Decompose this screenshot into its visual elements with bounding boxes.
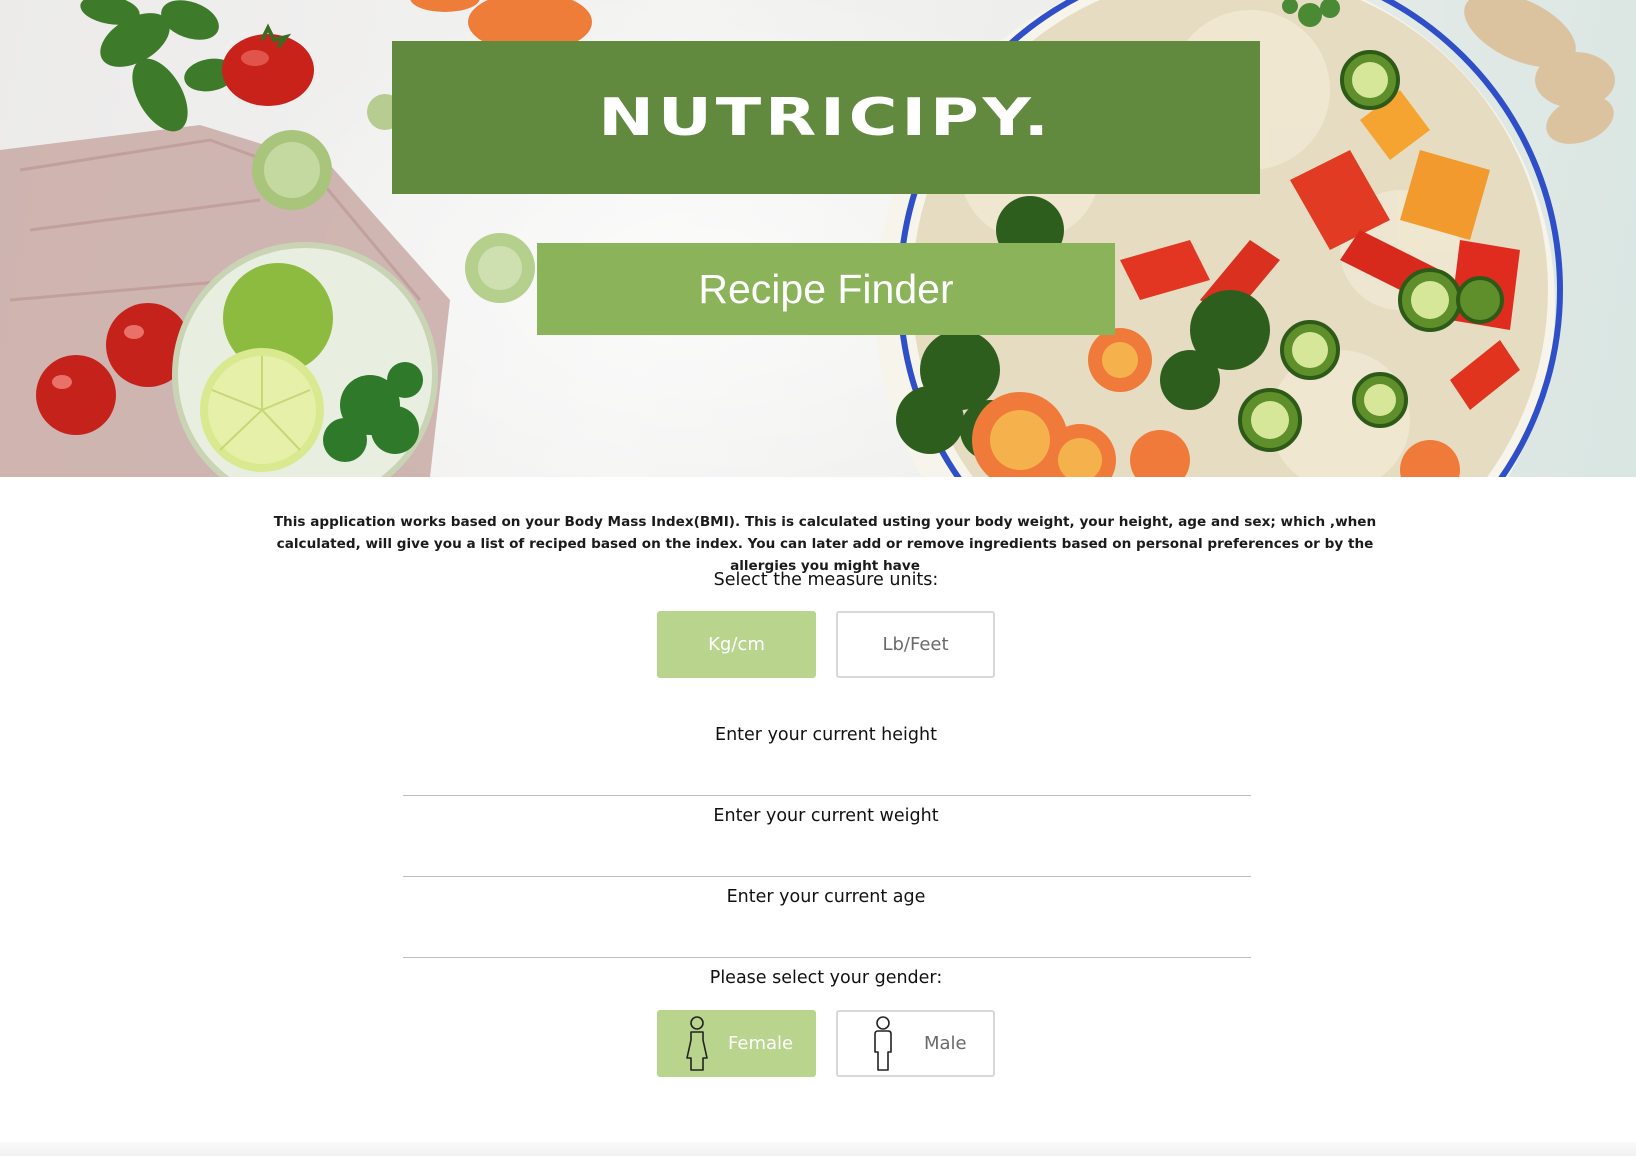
age-label: Enter your current age xyxy=(726,887,926,907)
gender-female-label: Female xyxy=(728,1033,794,1054)
units-lb-feet-button[interactable]: Lb/Feet xyxy=(836,611,995,678)
age-input[interactable] xyxy=(403,924,1251,958)
page-title-banner: Recipe Finder xyxy=(537,243,1115,335)
gender-male-label: Male xyxy=(924,1033,967,1054)
female-person-icon xyxy=(686,1015,708,1071)
weight-input[interactable] xyxy=(403,843,1251,877)
brand-banner: NUTRICIPY. xyxy=(392,41,1260,194)
units-label: Select the measure units: xyxy=(713,570,939,590)
gender-male-button[interactable]: Male xyxy=(836,1010,995,1077)
brand-logo: NUTRICIPY. xyxy=(598,87,1054,148)
male-person-icon xyxy=(874,1015,892,1071)
units-toggle-group: Kg/cm Lb/Feet xyxy=(657,611,995,678)
gender-female-button[interactable]: Female xyxy=(657,1010,816,1077)
page-footer-strip xyxy=(0,1142,1636,1156)
units-kg-cm-button[interactable]: Kg/cm xyxy=(657,611,816,678)
gender-toggle-group: Female Male xyxy=(657,1010,995,1077)
hero-banner: NUTRICIPY. Recipe Finder xyxy=(0,0,1636,477)
page-title: Recipe Finder xyxy=(698,265,954,312)
height-input[interactable] xyxy=(403,762,1251,796)
intro-description: This application works based on your Bod… xyxy=(273,514,1377,574)
height-label: Enter your current height xyxy=(715,725,937,745)
weight-label: Enter your current weight xyxy=(713,806,939,826)
gender-label: Please select your gender: xyxy=(709,968,943,988)
